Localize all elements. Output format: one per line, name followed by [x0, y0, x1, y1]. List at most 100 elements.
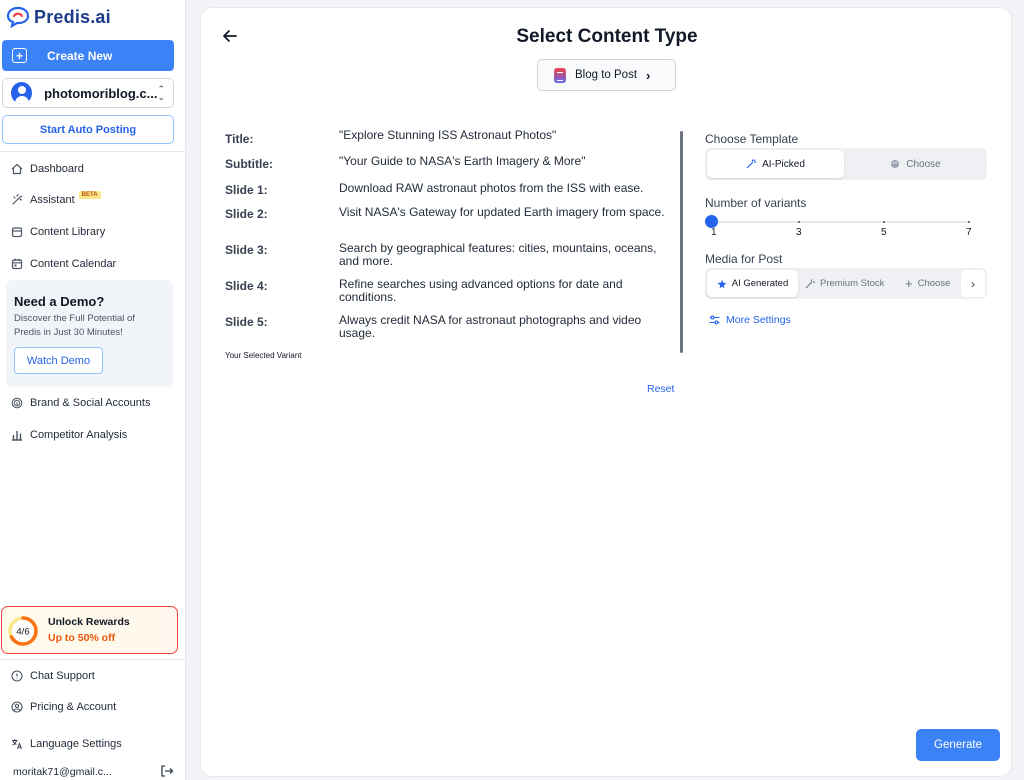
variants-slider[interactable]	[705, 215, 970, 239]
choose-template-label: Choose Template	[705, 132, 799, 146]
user-email: moritak71@gmail.c...	[13, 766, 112, 778]
reset-link[interactable]: Reset	[647, 383, 674, 395]
up-down-chevron-icon: ⌃ ⌄	[157, 84, 165, 102]
sidebar-item-language-settings[interactable]: Language Settings	[10, 733, 122, 755]
row-key: Slide 4:	[225, 279, 268, 293]
media-option-premium-stock[interactable]: Premium Stock	[805, 270, 884, 297]
magic-wand-icon	[746, 159, 757, 169]
media-option-label: Premium Stock	[820, 278, 885, 289]
brand-name: Predis.ai	[34, 6, 111, 27]
sidebar-item-content-library[interactable]: Content Library	[10, 221, 105, 243]
library-icon	[10, 226, 23, 239]
row-value: Refine searches using advanced options f…	[339, 277, 623, 304]
demo-description: Discover the Full Potential of Predis in…	[14, 313, 135, 338]
row-key: Title:	[225, 132, 254, 146]
rewards-subtitle: Up to 50% off	[48, 632, 116, 644]
sidebar-item-label: Competitor Analysis	[30, 429, 128, 441]
media-option-ai-generated[interactable]: AI Generated	[707, 270, 798, 297]
media-option-label: Choose	[917, 278, 951, 289]
demo-title: Need a Demo?	[14, 294, 105, 309]
sidebar-item-label: Content Library	[30, 226, 106, 238]
selected-variant-label: Your Selected Variant	[225, 351, 302, 360]
row-key: Subtitle:	[225, 157, 273, 171]
page-title: Select Content Type	[516, 26, 698, 47]
sidebar-item-label: Assistant	[30, 194, 75, 206]
unlock-rewards-card[interactable]: 4/6 Unlock Rewards Up to 50% off	[1, 606, 178, 654]
plus-icon: +	[905, 276, 913, 291]
divider	[0, 659, 186, 660]
slider-tick-label: 7	[966, 227, 972, 238]
sidebar-item-assistant[interactable]: Assistant BETA	[10, 189, 101, 211]
row-value: Visit NASA's Gateway for updated Earth i…	[339, 205, 665, 219]
create-new-button[interactable]: + Create New	[2, 40, 174, 71]
sidebar-item-label: Content Calendar	[30, 258, 117, 270]
chevron-right-icon: ›	[646, 67, 651, 83]
plus-icon: +	[12, 48, 27, 63]
template-option-choose[interactable]: Choose	[846, 150, 985, 178]
avatar	[11, 82, 33, 104]
slider-tick-label: 3	[796, 227, 802, 238]
sidebar-item-pricing-account[interactable]: Pricing & Account	[10, 696, 116, 718]
sidebar-item-chat-support[interactable]: Chat Support	[10, 665, 95, 687]
demo-card: Need a Demo? Discover the Full Potential…	[6, 280, 173, 387]
watch-demo-button[interactable]: Watch Demo	[14, 347, 103, 374]
media-option-choose[interactable]: + Choose	[905, 270, 950, 297]
account-name: photomoriblog.c...	[44, 85, 158, 101]
row-value: Always credit NASA for astronaut photogr…	[339, 313, 642, 340]
user-circle-icon	[10, 701, 23, 714]
translate-icon	[10, 738, 23, 751]
more-settings-link[interactable]: More Settings	[709, 314, 791, 326]
sidebar-item-label: Dashboard	[30, 163, 84, 175]
sidebar-item-label: Brand & Social Accounts	[30, 397, 151, 409]
row-value: "Explore Stunning ISS Astronaut Photos"	[339, 128, 557, 142]
media-option-label: AI Generated	[731, 278, 789, 289]
content-scrollbar[interactable]	[680, 131, 683, 353]
template-option-label: Choose	[906, 158, 941, 170]
main-panel: Select Content Type Blog to Post › Title…	[200, 7, 1012, 777]
generate-button[interactable]: Generate	[916, 729, 1000, 761]
sidebar-item-label: Pricing & Account	[30, 701, 117, 713]
slider-track	[711, 221, 969, 223]
sidebar: Predis.ai + Create New photomoriblog.c..…	[0, 0, 186, 780]
content-type-label: Blog to Post	[575, 69, 638, 81]
slider-tick-label: 1	[711, 227, 717, 238]
sidebar-item-brand-social-accounts[interactable]: Brand & Social Accounts	[10, 392, 150, 414]
calendar-icon	[10, 258, 23, 271]
palette-icon	[891, 160, 900, 168]
blog-document-icon	[554, 67, 566, 83]
chevron-right-icon: ›	[971, 276, 975, 291]
magic-wand-icon	[805, 278, 815, 288]
sidebar-item-competitor-analysis[interactable]: Competitor Analysis	[10, 424, 127, 446]
sidebar-item-label: Chat Support	[30, 670, 95, 682]
slider-tick	[968, 221, 970, 223]
slider-tick-label: 5	[881, 227, 887, 238]
media-scroll-right-button[interactable]: ›	[961, 270, 985, 297]
rewards-title: Unlock Rewards	[48, 616, 130, 628]
slider-tick	[883, 221, 885, 223]
media-label: Media for Post	[705, 252, 783, 266]
beta-badge: BETA	[78, 191, 101, 199]
more-settings-label: More Settings	[726, 314, 791, 326]
account-selector[interactable]: photomoriblog.c... ⌃ ⌄	[2, 78, 174, 108]
bar-chart-icon	[10, 429, 23, 442]
row-key: Slide 2:	[225, 207, 268, 221]
sidebar-item-content-calendar[interactable]: Content Calendar	[10, 253, 116, 275]
sidebar-item-dashboard[interactable]: Dashboard	[10, 158, 84, 180]
sparkle-icon	[717, 279, 727, 288]
row-value: Download RAW astronaut photos from the I…	[339, 181, 644, 195]
rewards-progress-ring: 4/6	[8, 616, 38, 646]
sliders-icon	[709, 315, 720, 325]
help-icon	[10, 670, 23, 683]
predis-logo-icon	[6, 6, 30, 28]
start-auto-posting-button[interactable]: Start Auto Posting	[2, 115, 174, 144]
logo[interactable]: Predis.ai	[6, 6, 111, 28]
template-option-ai-picked[interactable]: AI-Picked	[707, 150, 844, 178]
assistant-icon	[10, 194, 23, 207]
row-key: Slide 1:	[225, 183, 268, 197]
content-type-selector[interactable]: Blog to Post ›	[537, 59, 676, 91]
divider	[0, 151, 186, 152]
logout-icon[interactable]	[160, 764, 174, 778]
create-new-label: Create New	[47, 48, 113, 63]
slider-tick	[798, 221, 800, 223]
template-toggle: AI-Picked Choose	[705, 148, 987, 180]
